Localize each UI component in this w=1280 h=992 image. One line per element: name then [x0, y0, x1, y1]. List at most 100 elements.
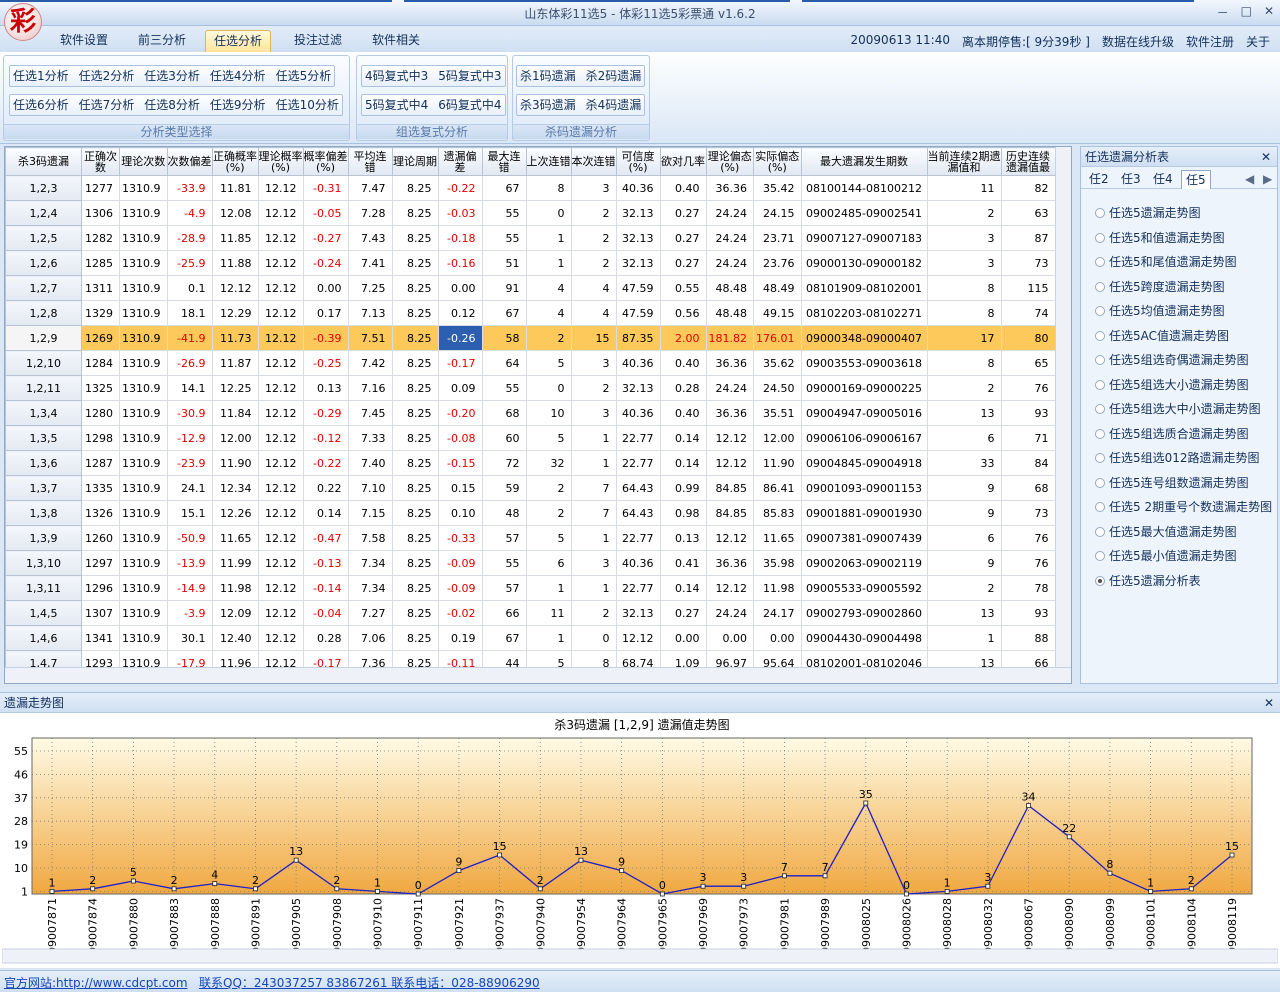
table-row[interactable]: 1,3,8 1326 1310.9 15.1 12.26 12.12 0.14 7.15 8.2… — [5, 500, 1056, 526]
any6-analysis-button[interactable]: 任选6分析 — [13, 95, 69, 115]
any10-analysis-button[interactable]: 任选10分析 — [276, 95, 339, 115]
chart-option-radio[interactable]: 任选5和值遗漏走势图 — [1095, 228, 1225, 248]
column-header[interactable]: 理论概率(%) — [257, 147, 304, 176]
kill2-omission-button[interactable]: 杀2码遗漏 — [586, 66, 642, 86]
any2-analysis-button[interactable]: 任选2分析 — [79, 66, 135, 86]
column-header[interactable]: 可信度(%) — [615, 147, 661, 176]
chart-option-radio[interactable]: 任选5均值遗漏走势图 — [1095, 301, 1225, 321]
column-header[interactable]: 实际偏态(%) — [753, 147, 802, 176]
chart-option-radio[interactable]: 任选5和尾值遗漏走势图 — [1095, 252, 1237, 272]
chart-panel-close-icon[interactable]: ✕ — [1264, 693, 1274, 713]
any5-analysis-button[interactable]: 任选5分析 — [276, 66, 332, 86]
table-row[interactable]: 1,2,10 1284 1310.9 -26.9 11.87 12.12 -0.25 7.42… — [5, 350, 1056, 376]
column-header[interactable]: 本次连错 — [570, 147, 617, 176]
table-row[interactable]: 1,2,6 1285 1310.9 -25.9 11.88 12.12 -0.24 7.41 8… — [5, 250, 1056, 276]
column-header[interactable]: 遗漏偏差 — [437, 147, 483, 176]
chart-option-radio[interactable]: 任选5组选012路遗漏走势图 — [1095, 448, 1260, 468]
table-cell: 5 — [525, 350, 572, 376]
side-panel-close-icon[interactable]: ✕ — [1261, 147, 1271, 167]
chart-option-radio[interactable]: 任选5组选大小遗漏走势图 — [1095, 375, 1249, 395]
any3-analysis-button[interactable]: 任选3分析 — [144, 66, 200, 86]
table-cell: 12.12 — [257, 475, 304, 501]
table-row[interactable]: 1,2,5 1282 1310.9 -28.9 11.85 12.12 -0.27 7.43 8… — [5, 225, 1056, 251]
table-row[interactable]: 1,3,7 1335 1310.9 24.1 12.34 12.12 0.22 7.10 8.2… — [5, 475, 1056, 501]
table-row[interactable]: 1,3,9 1260 1310.9 -50.9 11.65 12.12 -0.47 7.58 8… — [5, 525, 1056, 551]
online-upgrade-link[interactable]: 数据在线升级 — [1102, 33, 1174, 50]
table-row[interactable]: 1,3,6 1287 1310.9 -23.9 11.90 12.12 -0.22 7.40 8… — [5, 450, 1056, 476]
combo-5-hit-4-button[interactable]: 5码复式中4 — [365, 95, 428, 115]
menu-any-analysis[interactable]: 任选分析 — [205, 30, 272, 52]
column-header[interactable]: 平均连错 — [347, 147, 393, 176]
tab-any4[interactable]: 任4 — [1149, 170, 1177, 189]
vertical-scrollbar[interactable] — [1055, 147, 1071, 667]
column-header[interactable]: 最大遗漏发生期数 — [800, 147, 928, 176]
column-header[interactable]: 正确概率(%) — [211, 147, 259, 176]
table-row[interactable]: 1,4,5 1307 1310.9 -3.9 12.09 12.12 -0.04 7.27 8.… — [5, 600, 1056, 626]
tab-any5[interactable]: 任5 — [1181, 170, 1211, 189]
chart-option-radio[interactable]: 任选5AC值遗漏走势图 — [1095, 326, 1229, 346]
chart-option-radio[interactable]: 任选5 2期重号个数遗漏走势图 — [1095, 497, 1272, 517]
table-row[interactable]: 1,3,4 1280 1310.9 -30.9 11.84 12.12 -0.29 7.45 8… — [5, 400, 1056, 426]
table-row[interactable]: 1,2,7 1311 1310.9 0.1 12.12 12.12 0.00 7.25 8.25… — [5, 275, 1056, 301]
column-header[interactable]: 当前连续2期遗漏值和 — [926, 147, 1002, 176]
any4-analysis-button[interactable]: 任选4分析 — [210, 66, 266, 86]
chart-option-radio[interactable]: 任选5遗漏分析表 — [1095, 571, 1201, 591]
combo-6-hit-4-button[interactable]: 6码复式中4 — [438, 95, 501, 115]
horizontal-scrollbar[interactable] — [5, 667, 1071, 683]
column-header[interactable]: 上次连错 — [525, 147, 572, 176]
any9-analysis-button[interactable]: 任选9分析 — [210, 95, 266, 115]
table-row[interactable]: 1,2,3 1277 1310.9 -33.9 11.81 12.12 -0.31 7.47 8… — [5, 175, 1056, 201]
column-header[interactable]: 杀3码遗漏 — [5, 147, 82, 176]
table-cell: 12.26 — [211, 500, 259, 526]
website-link[interactable]: 官方网站:http://www.cdcpt.com — [4, 974, 188, 991]
column-header[interactable]: 概率偏差(%) — [302, 147, 349, 176]
about-link[interactable]: 关于 — [1246, 33, 1270, 50]
chart-option-radio[interactable]: 任选5遗漏走势图 — [1095, 203, 1201, 223]
table-row[interactable]: 1,4,6 1341 1310.9 30.1 12.40 12.12 0.28 7.06 8.2… — [5, 625, 1056, 651]
chart-option-radio[interactable]: 任选5最大值遗漏走势图 — [1095, 522, 1237, 542]
chart-option-radio[interactable]: 任选5组选奇偶遗漏走势图 — [1095, 350, 1249, 370]
table-row[interactable]: 1,3,10 1297 1310.9 -13.9 11.99 12.12 -0.13 7.34… — [5, 550, 1056, 576]
menu-software-settings[interactable]: 软件设置 — [52, 30, 116, 52]
combo-4-hit-3-button[interactable]: 4码复式中3 — [365, 66, 428, 86]
minimize-button[interactable]: － — [1217, 4, 1229, 21]
table-row[interactable]: 1,2,9 1269 1310.9 -41.9 11.73 12.12 -0.39 7.51 8… — [5, 325, 1056, 351]
chart-option-radio[interactable]: 任选5最小值遗漏走势图 — [1095, 546, 1237, 566]
column-header[interactable]: 次数偏差 — [166, 147, 213, 176]
column-header[interactable]: 欲对几率 — [659, 147, 707, 176]
column-header[interactable]: 理论次数 — [119, 147, 168, 176]
kill1-omission-button[interactable]: 杀1码遗漏 — [520, 66, 576, 86]
chart-option-radio[interactable]: 任选5组选大中小遗漏走势图 — [1095, 399, 1261, 419]
column-header[interactable]: 最大连错 — [481, 147, 527, 176]
close-button[interactable]: ✕ — [1264, 4, 1274, 21]
column-header[interactable]: 理论偏态(%) — [705, 147, 754, 176]
tab-any3[interactable]: 任3 — [1117, 170, 1145, 189]
tab-scroll-left-icon[interactable]: ◀ — [1241, 170, 1258, 189]
register-link[interactable]: 软件注册 — [1186, 33, 1234, 50]
column-header[interactable]: 历史连续遗漏值最 — [1000, 147, 1056, 176]
column-header[interactable]: 理论周期 — [391, 147, 439, 176]
table-row[interactable]: 1,2,8 1329 1310.9 18.1 12.29 12.12 0.17 7.13 8.2… — [5, 300, 1056, 326]
combo-5-hit-3-button[interactable]: 5码复式中3 — [438, 66, 501, 86]
contact-link[interactable]: 联系QQ：243037257 83867261 联系电话：028-8890629… — [199, 974, 540, 991]
table-row[interactable]: 1,2,11 1325 1310.9 14.1 12.25 12.12 0.13 7.16 8.… — [5, 375, 1056, 401]
chart-option-radio[interactable]: 任选5跨度遗漏走势图 — [1095, 277, 1225, 297]
table-row[interactable]: 1,3,11 1296 1310.9 -14.9 11.98 12.12 -0.14 7.34… — [5, 575, 1056, 601]
omission-grid[interactable]: 杀3码遗漏 正确次数 理论次数 次数偏差 正确概率(%) 理论概率(%) 概率偏差(%) 平均… — [4, 146, 1072, 684]
table-row[interactable]: 1,2,4 1306 1310.9 -4.9 12.08 12.12 -0.05 7.28 8.… — [5, 200, 1056, 226]
chart-option-radio[interactable]: 任选5组选质合遗漏走势图 — [1095, 424, 1249, 444]
table-row[interactable]: 1,3,5 1298 1310.9 -12.9 12.00 12.12 -0.12 7.33 8… — [5, 425, 1056, 451]
tab-scroll-right-icon[interactable]: ▶ — [1259, 170, 1276, 189]
kill4-omission-button[interactable]: 杀4码遗漏 — [586, 95, 642, 115]
kill3-omission-button[interactable]: 杀3码遗漏 — [520, 95, 576, 115]
menu-front3-analysis[interactable]: 前三分析 — [130, 30, 194, 52]
column-header[interactable]: 正确次数 — [81, 147, 120, 176]
menu-software-related[interactable]: 软件相关 — [364, 30, 428, 52]
chart-option-radio[interactable]: 任选5连号组数遗漏走势图 — [1095, 473, 1249, 493]
menu-bet-filter[interactable]: 投注过滤 — [286, 30, 350, 52]
any1-analysis-button[interactable]: 任选1分析 — [13, 66, 69, 86]
maximize-button[interactable]: □ — [1241, 4, 1252, 21]
tab-any2[interactable]: 任2 — [1085, 170, 1113, 189]
any7-analysis-button[interactable]: 任选7分析 — [79, 95, 135, 115]
any8-analysis-button[interactable]: 任选8分析 — [144, 95, 200, 115]
